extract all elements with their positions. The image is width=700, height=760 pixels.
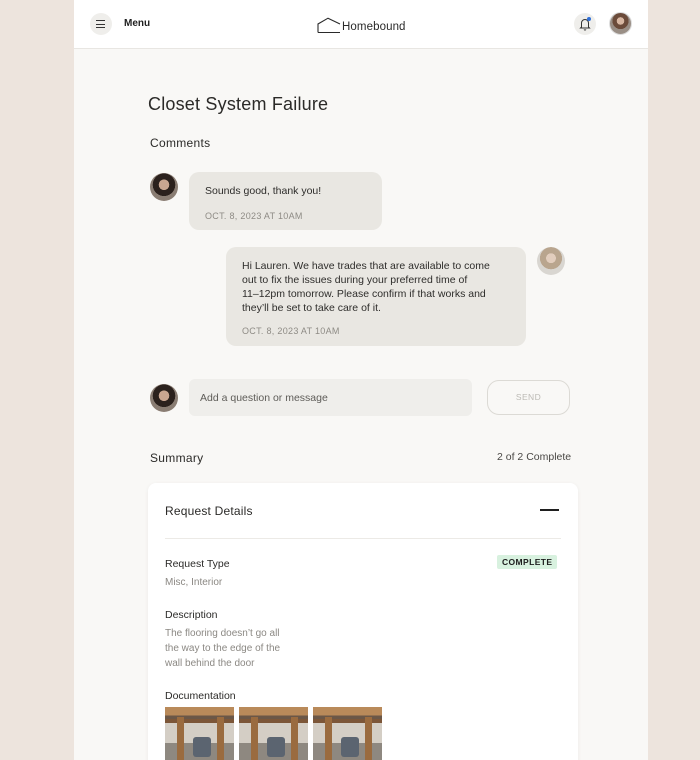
homebound-logo[interactable]: Homebound	[317, 15, 406, 33]
reply-line: 11–12pm tomorrow. Please confirm if that…	[242, 288, 486, 300]
documentation-photo[interactable]	[239, 707, 308, 760]
documentation-photo[interactable]	[165, 707, 234, 760]
documentation-photo[interactable]	[313, 707, 382, 760]
commenter-avatar	[150, 173, 178, 201]
description-line: the way to the edge of the	[165, 643, 281, 654]
page: Menu Homebound Closet System Failure Com…	[74, 0, 648, 760]
agent-avatar	[537, 247, 565, 275]
request-type-label: Request Type	[165, 558, 230, 570]
summary-progress: 2 of 2 Complete	[497, 451, 572, 463]
request-type-value: Misc, Interior	[165, 577, 223, 588]
current-user-avatar	[150, 384, 178, 412]
comment-timestamp: OCT. 8, 2023 AT 10AM	[205, 211, 303, 221]
reply-line: they’ll be set to take care of it.	[242, 302, 381, 314]
reply-line: out to fix the issues during your prefer…	[242, 274, 468, 286]
top-navigation-bar: Menu Homebound	[74, 0, 648, 49]
reply-line: Hi Lauren. We have trades that are avail…	[242, 260, 490, 272]
card-title: Request Details	[165, 504, 253, 518]
comment-text: Sounds good, thank you!	[205, 185, 322, 197]
description-label: Description	[165, 609, 218, 621]
comments-heading: Comments	[150, 136, 211, 150]
notification-dot	[587, 17, 591, 21]
user-avatar[interactable]	[609, 12, 632, 35]
documentation-label: Documentation	[165, 690, 236, 702]
comment-bubble: Sounds good, thank you! OCT. 8, 2023 AT …	[189, 172, 382, 230]
reply-timestamp: OCT. 8, 2023 AT 10AM	[242, 326, 340, 336]
status-badge: COMPLETE	[497, 555, 558, 569]
divider	[165, 538, 561, 539]
description-line: wall behind the door	[165, 658, 255, 669]
logo-text: Homebound	[342, 21, 406, 33]
hamburger-icon[interactable]	[90, 13, 112, 35]
reply-text: Hi Lauren. We have trades that are avail…	[242, 259, 490, 315]
summary-heading: Summary	[150, 451, 204, 465]
description-value: The flooring doesn’t go all the way to t…	[165, 626, 280, 671]
notifications-button[interactable]	[574, 13, 596, 35]
description-line: The flooring doesn’t go all	[165, 628, 280, 639]
page-title: Closet System Failure	[148, 94, 329, 114]
bell-icon	[579, 19, 591, 31]
request-details-card: Request Details Request Type COMPLETE Mi…	[148, 483, 578, 760]
menu-label[interactable]: Menu	[124, 18, 150, 29]
collapse-icon[interactable]	[540, 509, 559, 511]
message-input[interactable]: Add a question or message	[189, 379, 472, 416]
house-outline-icon	[317, 17, 341, 33]
send-button[interactable]: SEND	[487, 380, 570, 415]
reply-bubble: Hi Lauren. We have trades that are avail…	[226, 247, 526, 346]
